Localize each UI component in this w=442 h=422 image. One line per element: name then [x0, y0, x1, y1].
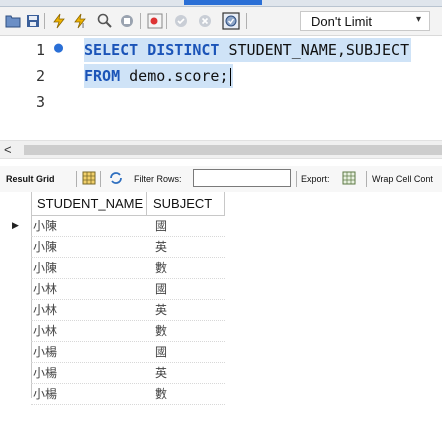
current-row-indicator-icon: ▶ [12, 220, 19, 230]
stop-icon[interactable] [118, 12, 136, 30]
cell-student-name[interactable]: 小林 [33, 321, 57, 341]
cell-subject[interactable]: 英 [155, 300, 167, 320]
cell-subject[interactable]: 數 [155, 321, 167, 341]
filter-rows-label: Filter Rows: [134, 174, 182, 184]
line-number: 2 [36, 67, 46, 85]
toggle-result-icon[interactable] [146, 12, 164, 30]
explain-icon[interactable] [96, 12, 114, 30]
cell-subject[interactable]: 國 [155, 342, 167, 362]
limit-rows-select[interactable]: Don't Limit ▾ [300, 11, 430, 31]
sql-editor-toolbar: I Don't Limit ▾ [0, 7, 442, 36]
table-row[interactable]: 小楊 英 [31, 363, 225, 384]
chevron-down-icon: ▾ [415, 14, 421, 25]
cell-subject[interactable]: 英 [155, 363, 167, 383]
scroll-left-icon[interactable]: < [4, 141, 12, 158]
code-line-2[interactable]: FROM demo.score; [84, 64, 233, 88]
cell-student-name[interactable]: 小陳 [33, 237, 57, 257]
column-header-student-name[interactable]: STUDENT_NAME [31, 192, 147, 216]
table-row[interactable]: 小林 國 [31, 279, 225, 300]
export-label: Export: [301, 174, 330, 184]
code-line-1[interactable]: SELECT DISTINCT STUDENT_NAME,SUBJECT [84, 38, 412, 62]
cell-student-name[interactable]: 小陳 [33, 258, 57, 278]
grid-view-icon[interactable] [82, 171, 96, 187]
cell-student-name[interactable]: 小楊 [33, 363, 57, 383]
table-row[interactable]: 小楊 數 [31, 384, 225, 405]
table-row[interactable]: 小林 數 [31, 321, 225, 342]
sql-keyword: SELECT DISTINCT [84, 41, 220, 59]
editor-horizontal-scrollbar[interactable]: < [0, 140, 442, 159]
sql-text: STUDENT_NAME,SUBJECT [219, 41, 410, 59]
table-row[interactable]: 小陳 英 [31, 237, 225, 258]
limit-rows-value: Don't Limit [311, 13, 373, 29]
execute-current-icon[interactable]: I [72, 12, 90, 30]
table-row[interactable]: 小楊 國 [31, 342, 225, 363]
editor-tab-strip [0, 0, 442, 7]
cell-subject[interactable]: 數 [155, 384, 167, 404]
table-row[interactable]: 小林 英 [31, 300, 225, 321]
line-number: 1 [36, 41, 46, 59]
cell-student-name[interactable]: 小楊 [33, 342, 57, 362]
sql-text: demo.score; [120, 67, 229, 85]
wrap-cell-content-label[interactable]: Wrap Cell Cont [372, 174, 433, 184]
filter-rows-input[interactable] [193, 169, 291, 187]
open-folder-icon[interactable] [4, 12, 22, 30]
cell-subject[interactable]: 英 [155, 237, 167, 257]
gutter-line-3: 3 [0, 90, 50, 116]
result-toolbar: Result Grid Filter Rows: Export: Wrap Ce… [0, 166, 442, 193]
result-rows: 小陳國小陳英小陳數小林國小林英小林數小楊國小楊英小楊數 [31, 216, 225, 405]
result-grid: STUDENT_NAME SUBJECT 小陳國小陳英小陳數小林國小林英小林數小… [0, 192, 442, 422]
sql-editor[interactable]: 1 ● SELECT DISTINCT STUDENT_NAME,SUBJECT… [0, 36, 442, 136]
column-header-subject[interactable]: SUBJECT [147, 192, 225, 216]
gutter-line-2: 2 [0, 64, 50, 90]
cell-subject[interactable]: 國 [155, 279, 167, 299]
svg-text:I: I [82, 22, 84, 29]
export-icon[interactable] [342, 171, 358, 187]
gutter-line-1: 1 ● [0, 38, 63, 64]
commit-icon[interactable] [172, 12, 190, 30]
autocommit-icon[interactable] [220, 12, 242, 30]
cell-student-name[interactable]: 小林 [33, 279, 57, 299]
line-number: 3 [36, 93, 46, 111]
cell-student-name[interactable]: 小陳 [33, 216, 57, 236]
table-row[interactable]: 小陳 國 [31, 216, 225, 237]
table-row[interactable]: 小陳 數 [31, 258, 225, 279]
sql-keyword: FROM [84, 67, 121, 85]
refresh-icon[interactable] [108, 171, 124, 187]
rollback-icon[interactable] [196, 12, 214, 30]
cell-student-name[interactable]: 小林 [33, 300, 57, 320]
scrollbar-thumb[interactable] [24, 145, 442, 155]
result-grid-tab[interactable]: Result Grid [6, 174, 55, 184]
execute-icon[interactable] [50, 12, 68, 30]
cell-subject[interactable]: 國 [155, 216, 167, 236]
save-icon[interactable] [24, 12, 42, 30]
active-editor-tab[interactable] [184, 0, 262, 5]
text-cursor [229, 67, 231, 86]
statement-marker-icon: ● [54, 38, 64, 56]
cell-student-name[interactable]: 小楊 [33, 384, 57, 404]
cell-subject[interactable]: 數 [155, 258, 167, 278]
